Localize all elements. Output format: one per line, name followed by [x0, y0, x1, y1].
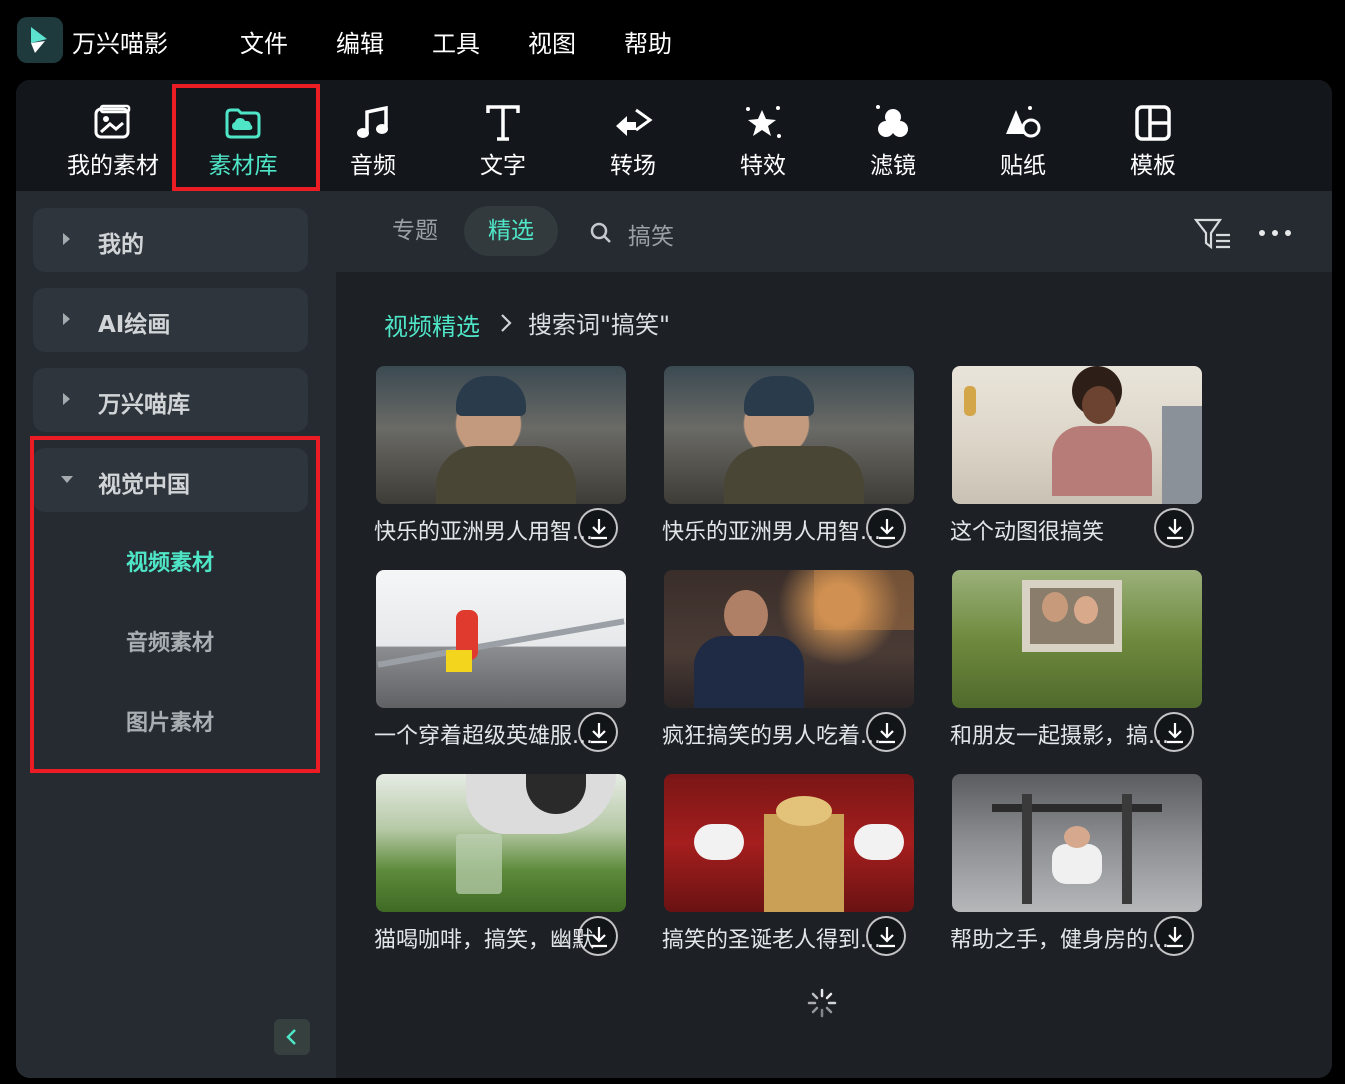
- chevron-right-icon: [501, 314, 512, 332]
- video-thumbnail: [952, 570, 1202, 708]
- breadcrumb-current: 搜索词"搞笑": [528, 311, 671, 339]
- tool-label: 滤镜: [870, 153, 916, 179]
- tool-label: 文字: [480, 153, 526, 179]
- media-card[interactable]: 快乐的亚洲男人用智...: [662, 366, 914, 556]
- menu-bar: 万兴喵影 文件 编辑 工具 视图 帮助: [0, 0, 1345, 80]
- media-card[interactable]: 快乐的亚洲男人用智...: [374, 366, 626, 556]
- tab-topics[interactable]: 专题: [392, 206, 438, 256]
- media-card-title: 和朋友一起摄影，搞...: [950, 724, 1169, 749]
- sidebar-item-vcg[interactable]: 视觉中国: [33, 448, 308, 512]
- sticker-shapes-icon: [1006, 106, 1041, 138]
- tool-text[interactable]: 文字: [441, 80, 565, 191]
- tool-label: 模板: [1130, 153, 1176, 179]
- loading-spinner-icon: [807, 988, 837, 1018]
- tool-my-media[interactable]: 我的素材: [51, 80, 175, 191]
- caret-right-icon: [63, 393, 70, 405]
- tab-featured[interactable]: 精选: [464, 206, 558, 256]
- video-thumbnail: [664, 570, 914, 708]
- menu-tools[interactable]: 工具: [432, 24, 480, 59]
- template-layout-icon: [1135, 105, 1171, 141]
- sidebar-item-mine[interactable]: 我的: [33, 208, 308, 272]
- caret-right-icon: [63, 313, 70, 325]
- menu-file[interactable]: 文件: [240, 24, 288, 59]
- tool-filters[interactable]: 滤镜: [831, 80, 955, 191]
- image-icon: [94, 104, 131, 139]
- caret-right-icon: [63, 233, 70, 245]
- breadcrumb-parent[interactable]: 视频精选: [384, 307, 480, 342]
- tool-templates[interactable]: 模板: [1091, 80, 1215, 191]
- filter-circles-icon: [876, 105, 908, 137]
- tool-label: 我的素材: [67, 153, 159, 179]
- music-note-icon: [357, 105, 388, 138]
- transition-arrows-icon: [616, 108, 653, 136]
- sidebar-item-label: 我的: [98, 232, 144, 258]
- sidebar: 我的 AI绘画 万兴喵库 视觉中国 视频素材 音频素材 图片素材: [16, 191, 336, 1078]
- cloud-folder-icon: [225, 108, 261, 139]
- tool-label: 转场: [610, 153, 656, 179]
- media-card-title: 快乐的亚洲男人用智...: [374, 520, 593, 545]
- text-t-icon: [486, 105, 520, 141]
- sidebar-subitem-image[interactable]: 图片素材: [126, 705, 214, 737]
- sidebar-subitem-audio[interactable]: 音频素材: [126, 625, 214, 657]
- search-query[interactable]: 搞笑: [628, 217, 674, 251]
- media-card-title: 猫喝咖啡，搞笑，幽默: [374, 928, 595, 953]
- media-card[interactable]: 疯狂搞笑的男人吃着...: [662, 570, 914, 760]
- tool-stickers[interactable]: 贴纸: [961, 80, 1085, 191]
- video-thumbnail: [376, 774, 626, 912]
- media-card[interactable]: 和朋友一起摄影，搞...: [950, 570, 1202, 760]
- media-card-title: 这个动图很搞笑: [950, 520, 1105, 545]
- content-panel: 专题 精选 搞笑 视频精选 搜索词"搞笑" 快乐的亚洲男人用智... 快乐的亚洲…: [336, 191, 1332, 1078]
- media-card[interactable]: 这个动图很搞笑: [950, 366, 1202, 556]
- tool-label: 素材库: [208, 153, 278, 179]
- menu-view[interactable]: 视图: [528, 24, 576, 59]
- chevron-left-icon: [286, 1029, 296, 1045]
- video-thumbnail: [664, 774, 914, 912]
- more-icon[interactable]: [1258, 229, 1292, 237]
- app-logo-icon: [17, 17, 63, 63]
- toolbar: 我的素材 素材库 音频 文字 转场 特效 滤镜 贴纸 模板: [16, 80, 1332, 191]
- tool-label: 贴纸: [1000, 153, 1046, 179]
- sidebar-item-label: AI绘画: [98, 312, 171, 338]
- media-card[interactable]: 搞笑的圣诞老人得到...: [662, 774, 914, 964]
- tool-label: 音频: [350, 153, 396, 179]
- video-thumbnail: [376, 570, 626, 708]
- tool-audio[interactable]: 音频: [311, 80, 435, 191]
- star-sparkle-icon: [746, 106, 781, 138]
- media-card-title: 疯狂搞笑的男人吃着...: [662, 724, 881, 749]
- tool-stock-library[interactable]: 素材库: [181, 80, 305, 191]
- content-topbar: 专题 精选 搞笑: [336, 191, 1332, 272]
- media-card[interactable]: 猫喝咖啡，搞笑，幽默: [374, 774, 626, 964]
- media-card-title: 搞笑的圣诞老人得到...: [662, 928, 881, 953]
- video-thumbnail: [952, 366, 1202, 504]
- app-title: 万兴喵影: [72, 30, 168, 58]
- main-window: 我的素材 素材库 音频 文字 转场 特效 滤镜 贴纸 模板 我的 AI绘画 万兴…: [16, 80, 1332, 1078]
- video-thumbnail: [376, 366, 626, 504]
- video-thumbnail: [952, 774, 1202, 912]
- sidebar-item-wondershare-library[interactable]: 万兴喵库: [33, 368, 308, 432]
- media-card[interactable]: 一个穿着超级英雄服...: [374, 570, 626, 760]
- menu-help[interactable]: 帮助: [624, 24, 672, 59]
- media-card-title: 一个穿着超级英雄服...: [374, 724, 593, 749]
- sidebar-item-label: 视觉中国: [98, 472, 190, 498]
- video-thumbnail: [664, 366, 914, 504]
- media-card-title: 帮助之手，健身房的...: [950, 928, 1169, 953]
- tool-effects[interactable]: 特效: [701, 80, 825, 191]
- filter-icon[interactable]: [1194, 217, 1234, 251]
- sidebar-item-ai-drawing[interactable]: AI绘画: [33, 288, 308, 352]
- tool-label: 特效: [740, 153, 786, 179]
- sidebar-item-label: 万兴喵库: [98, 392, 190, 418]
- search-icon[interactable]: [589, 221, 613, 245]
- sidebar-subitem-video[interactable]: 视频素材: [126, 545, 214, 577]
- collapse-sidebar-button[interactable]: [274, 1019, 310, 1055]
- media-card-title: 快乐的亚洲男人用智...: [662, 520, 881, 545]
- menu-edit[interactable]: 编辑: [336, 24, 384, 59]
- media-card[interactable]: 帮助之手，健身房的...: [950, 774, 1202, 964]
- caret-down-icon: [61, 476, 73, 483]
- tool-transition[interactable]: 转场: [571, 80, 695, 191]
